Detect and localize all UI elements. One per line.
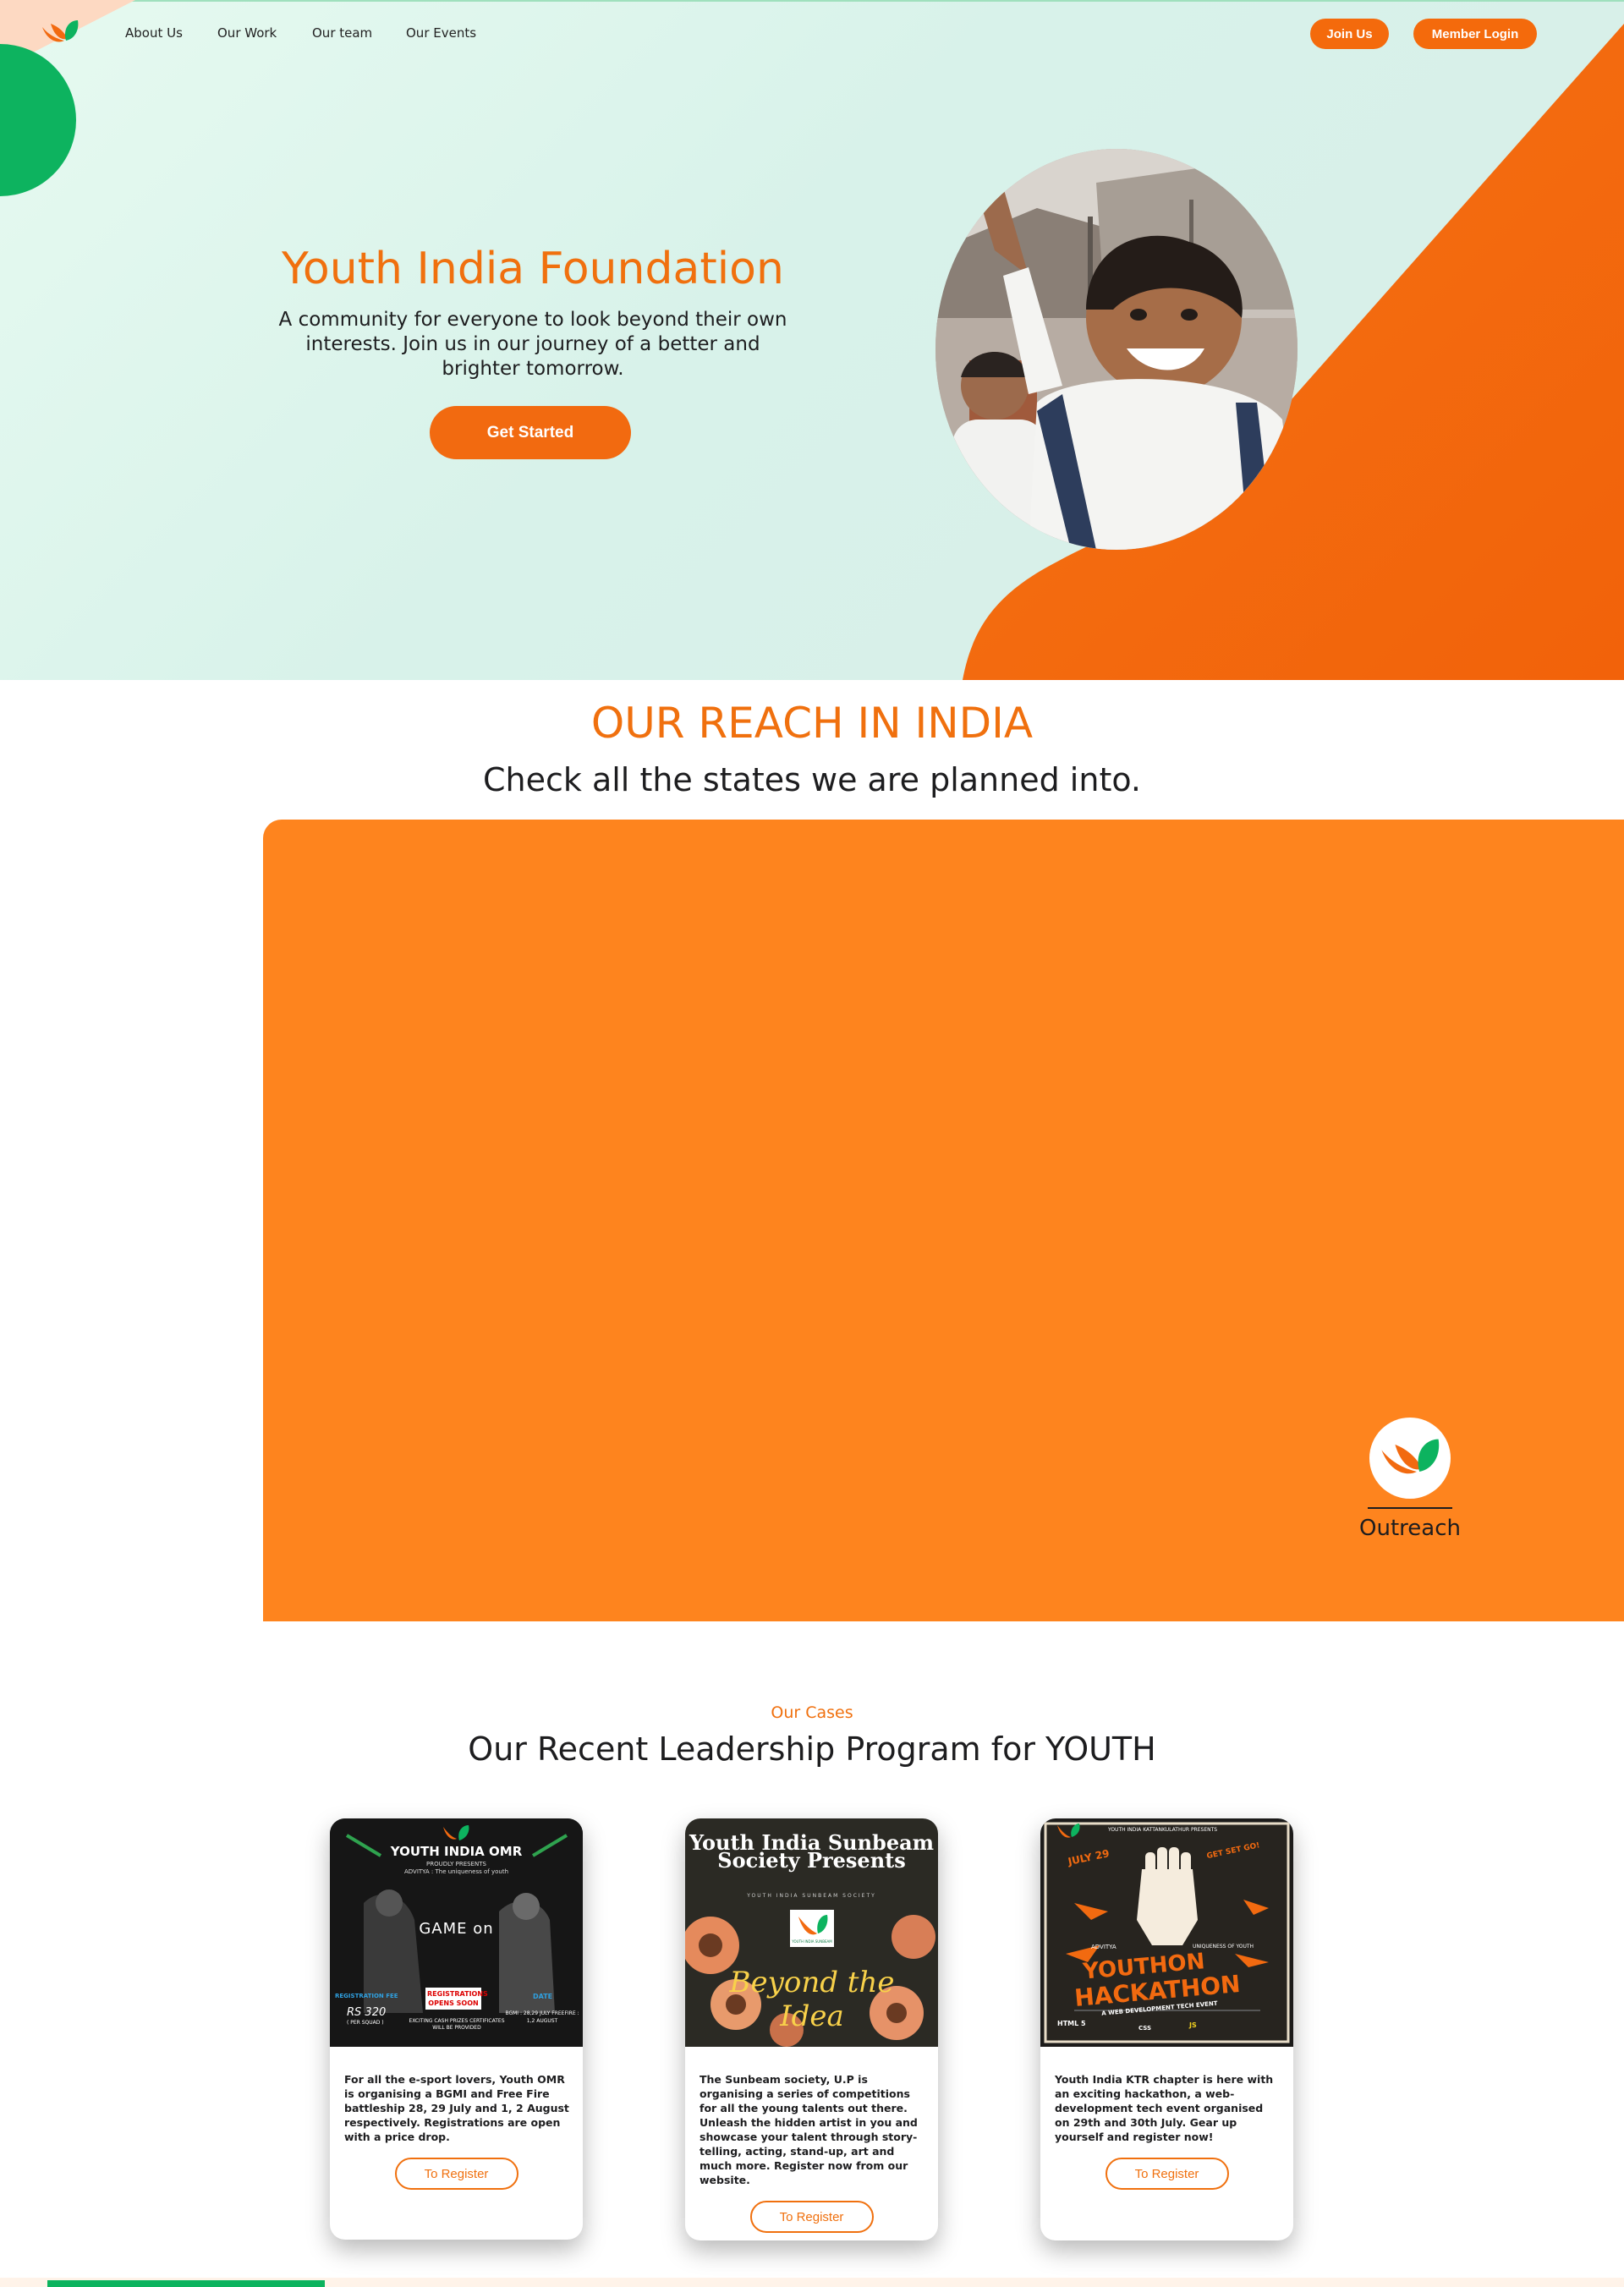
- case-poster-omr: YOUTH INDIA OMR PROUDLY PRESENTS ADVITYA…: [330, 1818, 583, 2047]
- poster-hack-tech-css: CSS: [1138, 2025, 1152, 2032]
- poster-omr-sub2: ADVITYA : The uniqueness of youth: [403, 1868, 509, 1875]
- poster-omr-badge: REGISTRATIONS OPENS SOON: [425, 1988, 488, 2010]
- case-card-sunbeam: Youth India Sunbeam Society Presents YOU…: [685, 1818, 938, 2240]
- case-poster-sunbeam: Youth India Sunbeam Society Presents YOU…: [685, 1818, 938, 2047]
- brand-logo-icon[interactable]: [39, 15, 81, 49]
- poster-omr-fee-note: ( PER SQUAD ): [347, 2020, 384, 2026]
- case-poster-hackathon: YOUTH INDIA KATTANKULATHUR PRESENTS JULY…: [1040, 1818, 1293, 2047]
- reach-title: OUR REACH IN INDIA: [590, 699, 1034, 748]
- poster-omr-fee-label: REGISTRATION FEE: [335, 1993, 398, 1999]
- poster-omr-game: GAME on: [419, 1920, 494, 1938]
- poster-sunbeam-script: Beyond the Idea: [729, 1966, 895, 2033]
- poster-sunbeam-sub: YOUTH INDIA SUNBEAM SOCIETY: [747, 1893, 876, 1899]
- poster-omr-prizes: EXCITING CASH PRIZES CERTIFICATES WILL B…: [409, 2018, 505, 2031]
- member-login-button[interactable]: Member Login: [1413, 19, 1537, 49]
- outreach-badge[interactable]: Outreach: [1353, 1418, 1467, 1541]
- poster-hack-top: YOUTH INDIA KATTANKULATHUR PRESENTS: [1108, 1827, 1218, 1833]
- poster-hack-tech-html: HTML 5: [1057, 2020, 1086, 2027]
- poster-omr-title: YOUTH INDIA OMR: [390, 1844, 523, 1859]
- poster-omr-fee: RS 320: [347, 2006, 387, 2019]
- register-button-hackathon[interactable]: To Register: [1105, 2158, 1229, 2190]
- hero-title: Youth India Foundation: [282, 244, 784, 294]
- outreach-label: Outreach: [1359, 1516, 1461, 1541]
- poster-sunbeam-logo-text: YOUTH INDIA SUNBEAM: [792, 1939, 832, 1944]
- hero-subtitle: A community for everyone to look beyond …: [278, 309, 787, 380]
- poster-omr-sub1: PROUDLY PRESENTS: [426, 1861, 486, 1867]
- poster-omr-date-label: DATE: [533, 1993, 553, 2000]
- outreach-logo-icon: [1369, 1418, 1451, 1499]
- nav-link-our-work[interactable]: Our Work: [217, 25, 277, 41]
- case-card-text: The Sunbeam society, U.P is organising a…: [700, 2073, 918, 2186]
- hero-photo: [935, 149, 1298, 550]
- register-button-sunbeam[interactable]: To Register: [749, 2201, 874, 2233]
- register-button-omr[interactable]: To Register: [394, 2158, 518, 2190]
- nav-link-our-events[interactable]: Our Events: [406, 25, 476, 41]
- case-card-hackathon: YOUTH INDIA KATTANKULATHUR PRESENTS JULY…: [1040, 1818, 1293, 2240]
- outreach-divider: [1368, 1507, 1452, 1509]
- get-started-button[interactable]: Get Started: [430, 406, 631, 459]
- hero-photo-illustration: [935, 149, 1298, 550]
- poster-omr-date: BGMI : 28,29 JULY FREEFIRE : 1,2 AUGUST: [505, 2010, 579, 2024]
- footer-accent: [47, 2280, 325, 2287]
- hero-section: About Us Our Work Our team Our Events Jo…: [0, 0, 1624, 680]
- reach-subtitle: Check all the states we are planned into…: [482, 761, 1142, 798]
- cases-kicker: Our Cases: [771, 1703, 853, 1722]
- join-us-button[interactable]: Join Us: [1310, 19, 1389, 49]
- poster-sunbeam-title: Youth India Sunbeam Society Presents: [689, 1830, 935, 1873]
- poster-hack-advitya: ADVITYA: [1091, 1944, 1116, 1950]
- nav-link-our-team[interactable]: Our team: [312, 25, 372, 41]
- nav-link-about-us[interactable]: About Us: [125, 25, 183, 41]
- orange-sweep-decoration: [963, 24, 1624, 680]
- case-card-text: For all the e-sport lovers, Youth OMR is…: [344, 2073, 569, 2143]
- case-card-text: Youth India KTR chapter is here with an …: [1055, 2073, 1274, 2143]
- poster-hack-tech-js: JS: [1189, 2021, 1197, 2029]
- case-card-omr: YOUTH INDIA OMR PROUDLY PRESENTS ADVITYA…: [330, 1818, 583, 2240]
- cases-title: Our Recent Leadership Program for YOUTH: [468, 1730, 1156, 1768]
